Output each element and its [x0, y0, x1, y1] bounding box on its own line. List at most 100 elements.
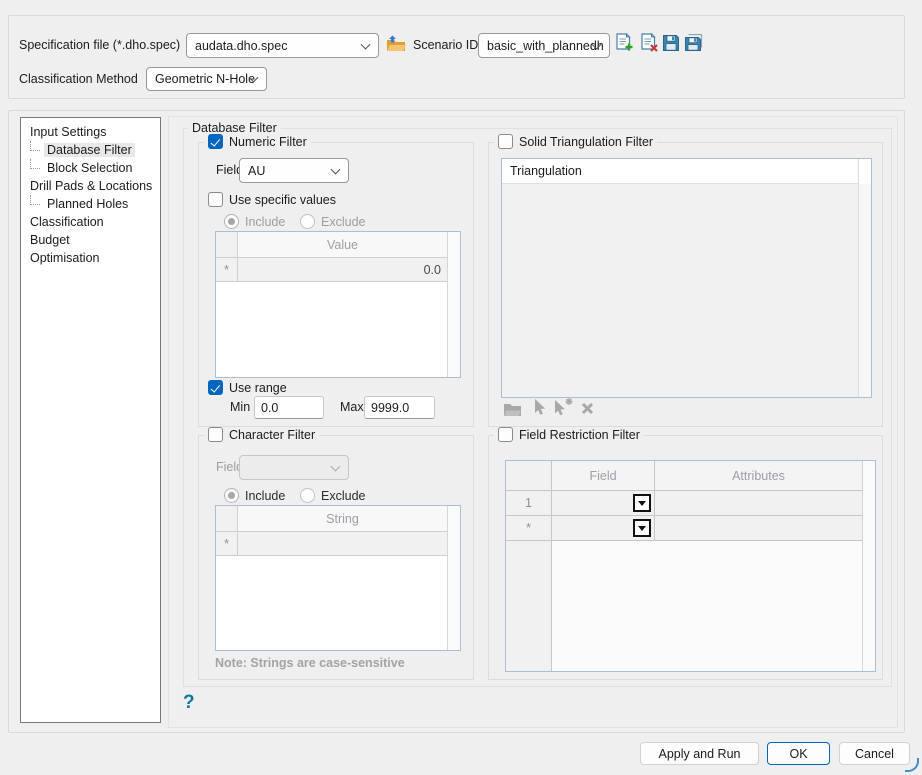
- min-label: Min: [230, 400, 250, 414]
- cancel-button[interactable]: Cancel: [839, 742, 910, 765]
- sidebar-item-input-settings[interactable]: Input Settings: [21, 123, 160, 141]
- floppy-disk-copy-icon: [684, 34, 704, 55]
- help-button[interactable]: ?: [183, 692, 195, 714]
- string-cell[interactable]: [238, 532, 447, 556]
- value-cell[interactable]: 0.0: [238, 258, 447, 282]
- field-cell-new-row[interactable]: [552, 516, 655, 541]
- use-specific-values-checkbox[interactable]: Use specific values: [208, 192, 336, 207]
- ok-button[interactable]: OK: [767, 742, 830, 765]
- tree-item-label: Input Settings: [27, 125, 109, 139]
- floppy-disk-icon: [662, 34, 680, 55]
- tree-item-label: Planned Holes: [44, 197, 131, 211]
- resize-grip[interactable]: [905, 758, 919, 772]
- case-sensitive-note: Note: Strings are case-sensitive: [215, 656, 405, 670]
- min-input[interactable]: [254, 396, 324, 419]
- load-triangulation-folder-icon: [503, 402, 522, 420]
- max-input[interactable]: [364, 396, 435, 419]
- document-plus-icon: [614, 33, 634, 56]
- open-spec-file-button[interactable]: [384, 34, 408, 57]
- scenario-id-combobox[interactable]: basic_with_plannedh: [478, 33, 610, 58]
- character-include-label: Include: [245, 489, 285, 503]
- radio-selected-icon: [224, 214, 239, 229]
- tree-item-label: Budget: [27, 233, 73, 247]
- field-dropdown-button[interactable]: [633, 519, 651, 537]
- character-strings-table: String *: [215, 505, 461, 651]
- solid-triangulation-filter-checkbox[interactable]: Solid Triangulation Filter: [494, 134, 657, 149]
- field-restriction-filter-label: Field Restriction Filter: [519, 428, 640, 442]
- chevron-down-icon: [331, 461, 341, 471]
- field-restriction-scrollbar[interactable]: [862, 461, 875, 671]
- drillhole-optimizer-dialog: Specification file (*.dho.spec) audata.d…: [0, 0, 922, 775]
- new-scenario-button[interactable]: [613, 32, 635, 56]
- tree-connector: [30, 159, 40, 169]
- character-strings-scrollbar[interactable]: [447, 506, 460, 650]
- save-button[interactable]: [661, 33, 681, 55]
- classification-method-combobox[interactable]: Geometric N-Hole: [146, 67, 267, 91]
- character-filter-checkbox[interactable]: Character Filter: [204, 427, 319, 442]
- checkbox-unchecked-icon: [498, 427, 513, 442]
- delete-scenario-button[interactable]: [638, 32, 660, 56]
- triangulation-scrollbar[interactable]: [858, 159, 871, 397]
- checkbox-unchecked-icon: [208, 192, 223, 207]
- table-row-header: 1: [506, 491, 552, 516]
- character-field-combobox: [239, 455, 349, 480]
- checkbox-unchecked-icon: [208, 427, 223, 442]
- document-remove-icon: [639, 33, 659, 56]
- numeric-values-scrollbar[interactable]: [447, 232, 460, 377]
- chevron-down-icon: [361, 39, 371, 49]
- character-include-radio[interactable]: Include: [224, 488, 285, 503]
- solid-triangulation-filter-label: Solid Triangulation Filter: [519, 135, 653, 149]
- character-filter-label: Character Filter: [229, 428, 315, 442]
- table-corner-cell: [506, 461, 552, 491]
- table-row-header: *: [216, 532, 238, 556]
- sidebar-item-planned-holes[interactable]: Planned Holes: [21, 195, 160, 213]
- main-panel: Input Settings Database Filter Block Sel…: [8, 110, 905, 733]
- numeric-filter-label: Numeric Filter: [229, 135, 307, 149]
- apply-and-run-button[interactable]: Apply and Run: [640, 742, 759, 765]
- numeric-exclude-label: Exclude: [321, 215, 365, 229]
- multi-select-cursor-icon: [553, 398, 574, 420]
- field-restriction-filter-group: Field Restriction Filter Field Attribute…: [488, 435, 883, 680]
- numeric-filter-checkbox[interactable]: Numeric Filter: [204, 134, 311, 149]
- use-range-label: Use range: [229, 381, 287, 395]
- content-panel: Database Filter Numeric Filter Field AU: [168, 116, 898, 728]
- field-restriction-filter-checkbox[interactable]: Field Restriction Filter: [494, 427, 644, 442]
- sidebar-item-budget[interactable]: Budget: [21, 231, 160, 249]
- classification-method-value: Geometric N-Hole: [155, 72, 255, 86]
- radio-unselected-icon: [300, 214, 315, 229]
- checkbox-unchecked-icon: [498, 134, 513, 149]
- table-row-header: *: [506, 516, 552, 541]
- radio-unselected-icon: [300, 488, 315, 503]
- sidebar-item-drill-pads-locations[interactable]: Drill Pads & Locations: [21, 177, 160, 195]
- use-range-checkbox[interactable]: Use range: [208, 380, 287, 395]
- field-cell-row1[interactable]: [552, 491, 655, 516]
- use-specific-values-label: Use specific values: [229, 193, 336, 207]
- numeric-values-table: Value * 0.0: [215, 231, 461, 378]
- table-row-header: *: [216, 258, 238, 282]
- chevron-down-icon: [331, 164, 341, 174]
- dropdown-arrow-icon: [638, 526, 646, 531]
- triangulation-list: Triangulation: [501, 158, 872, 398]
- sidebar-item-block-selection[interactable]: Block Selection: [21, 159, 160, 177]
- solid-triangulation-filter-group: Solid Triangulation Filter Triangulation: [488, 142, 883, 427]
- character-exclude-radio[interactable]: Exclude: [300, 488, 365, 503]
- tree-item-label: Optimisation: [27, 251, 102, 265]
- spec-file-label: Specification file (*.dho.spec): [19, 38, 180, 52]
- settings-tree: Input Settings Database Filter Block Sel…: [20, 117, 161, 723]
- field-dropdown-button[interactable]: [633, 494, 651, 512]
- numeric-field-combobox[interactable]: AU: [239, 158, 349, 183]
- save-as-button[interactable]: [683, 33, 705, 55]
- tree-item-label: Block Selection: [44, 161, 135, 175]
- spec-file-combobox[interactable]: audata.dho.spec: [186, 33, 379, 58]
- max-label: Max: [340, 400, 364, 414]
- table-body: [552, 541, 862, 671]
- sidebar-item-database-filter[interactable]: Database Filter: [21, 141, 160, 159]
- field-column-header: Field: [552, 461, 655, 491]
- database-filter-group: Database Filter Numeric Filter Field AU: [183, 128, 892, 687]
- sidebar-item-optimisation[interactable]: Optimisation: [21, 249, 160, 267]
- numeric-exclude-radio: Exclude: [300, 214, 365, 229]
- attributes-cell-new-row[interactable]: [655, 516, 862, 541]
- attributes-cell-row1[interactable]: [655, 491, 862, 516]
- sidebar-item-classification[interactable]: Classification: [21, 213, 160, 231]
- classification-method-label: Classification Method: [19, 72, 138, 86]
